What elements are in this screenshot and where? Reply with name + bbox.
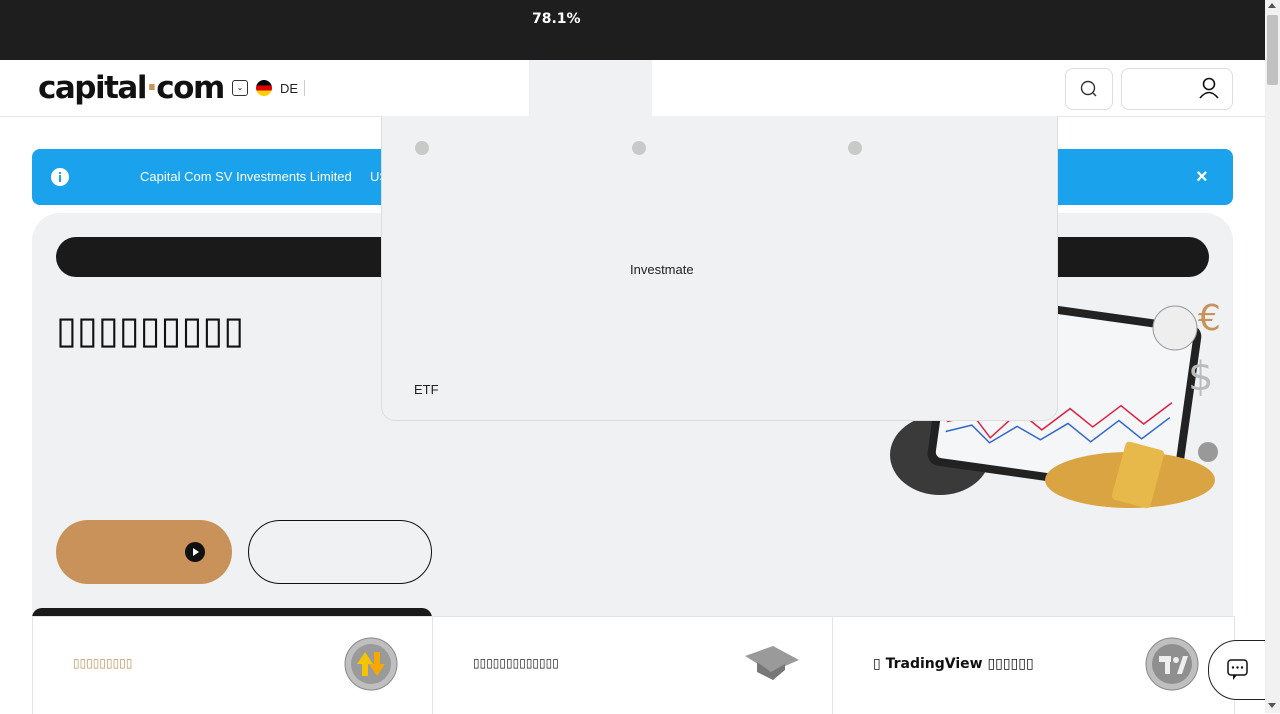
graduation-cap-icon (745, 646, 799, 680)
nav-dropdown-menu (381, 116, 1058, 421)
arrow-right-icon[interactable] (848, 141, 862, 155)
scroll-up-icon[interactable] (1268, 3, 1276, 8)
dropdown-item-investmate[interactable]: Investmate (630, 262, 694, 277)
svg-text:€: € (1198, 298, 1221, 339)
account-button[interactable] (1121, 68, 1233, 110)
feature-card-2-label: ▯▯▯▯▯▯▯▯▯▯▯▯▯ (473, 656, 559, 670)
divider (304, 80, 305, 96)
banner-text: Capital Com SV Investments Limited (140, 169, 352, 184)
arrow-right-icon[interactable] (632, 141, 646, 155)
user-icon (1199, 77, 1219, 99)
hero-title: ▯▯▯▯▯▯▯▯▯ (56, 308, 245, 352)
primary-cta-button[interactable] (56, 520, 232, 584)
logo-dot: · (145, 70, 158, 106)
chevron-down-icon[interactable]: ⌄ (232, 80, 248, 96)
scrollbar-thumb[interactable] (1267, 15, 1278, 85)
scroll-down-icon[interactable] (1268, 703, 1276, 708)
svg-text:$: $ (1188, 354, 1213, 400)
logo-text-left: capital (38, 70, 147, 106)
play-icon (185, 542, 205, 562)
search-icon (1080, 80, 1097, 97)
dropdown-item-etf[interactable]: ETF (414, 382, 439, 397)
arrows-exchange-icon (344, 637, 398, 691)
language-selector-label[interactable]: DE (280, 81, 298, 96)
scrollbar[interactable] (1265, 0, 1280, 713)
nav-tab-active[interactable] (529, 60, 652, 117)
progress-percentage: 78.1% (532, 11, 581, 27)
info-icon (50, 167, 70, 187)
tradingview-icon (1145, 637, 1199, 691)
close-icon[interactable]: × (1196, 166, 1208, 189)
secondary-cta-button[interactable] (248, 520, 432, 584)
germany-flag-icon[interactable] (256, 80, 272, 96)
search-button[interactable] (1065, 68, 1113, 110)
logo-text-right: com (156, 70, 225, 106)
feature-card-3-label: ▯ TradingView ▯▯▯▯▯▯ (873, 656, 1034, 672)
logo[interactable]: capital·com (38, 70, 225, 106)
feature-card-1-label: ▯▯▯▯▯▯▯▯▯ (73, 656, 133, 670)
top-bar (0, 0, 1265, 60)
arrow-right-icon[interactable] (415, 141, 429, 155)
